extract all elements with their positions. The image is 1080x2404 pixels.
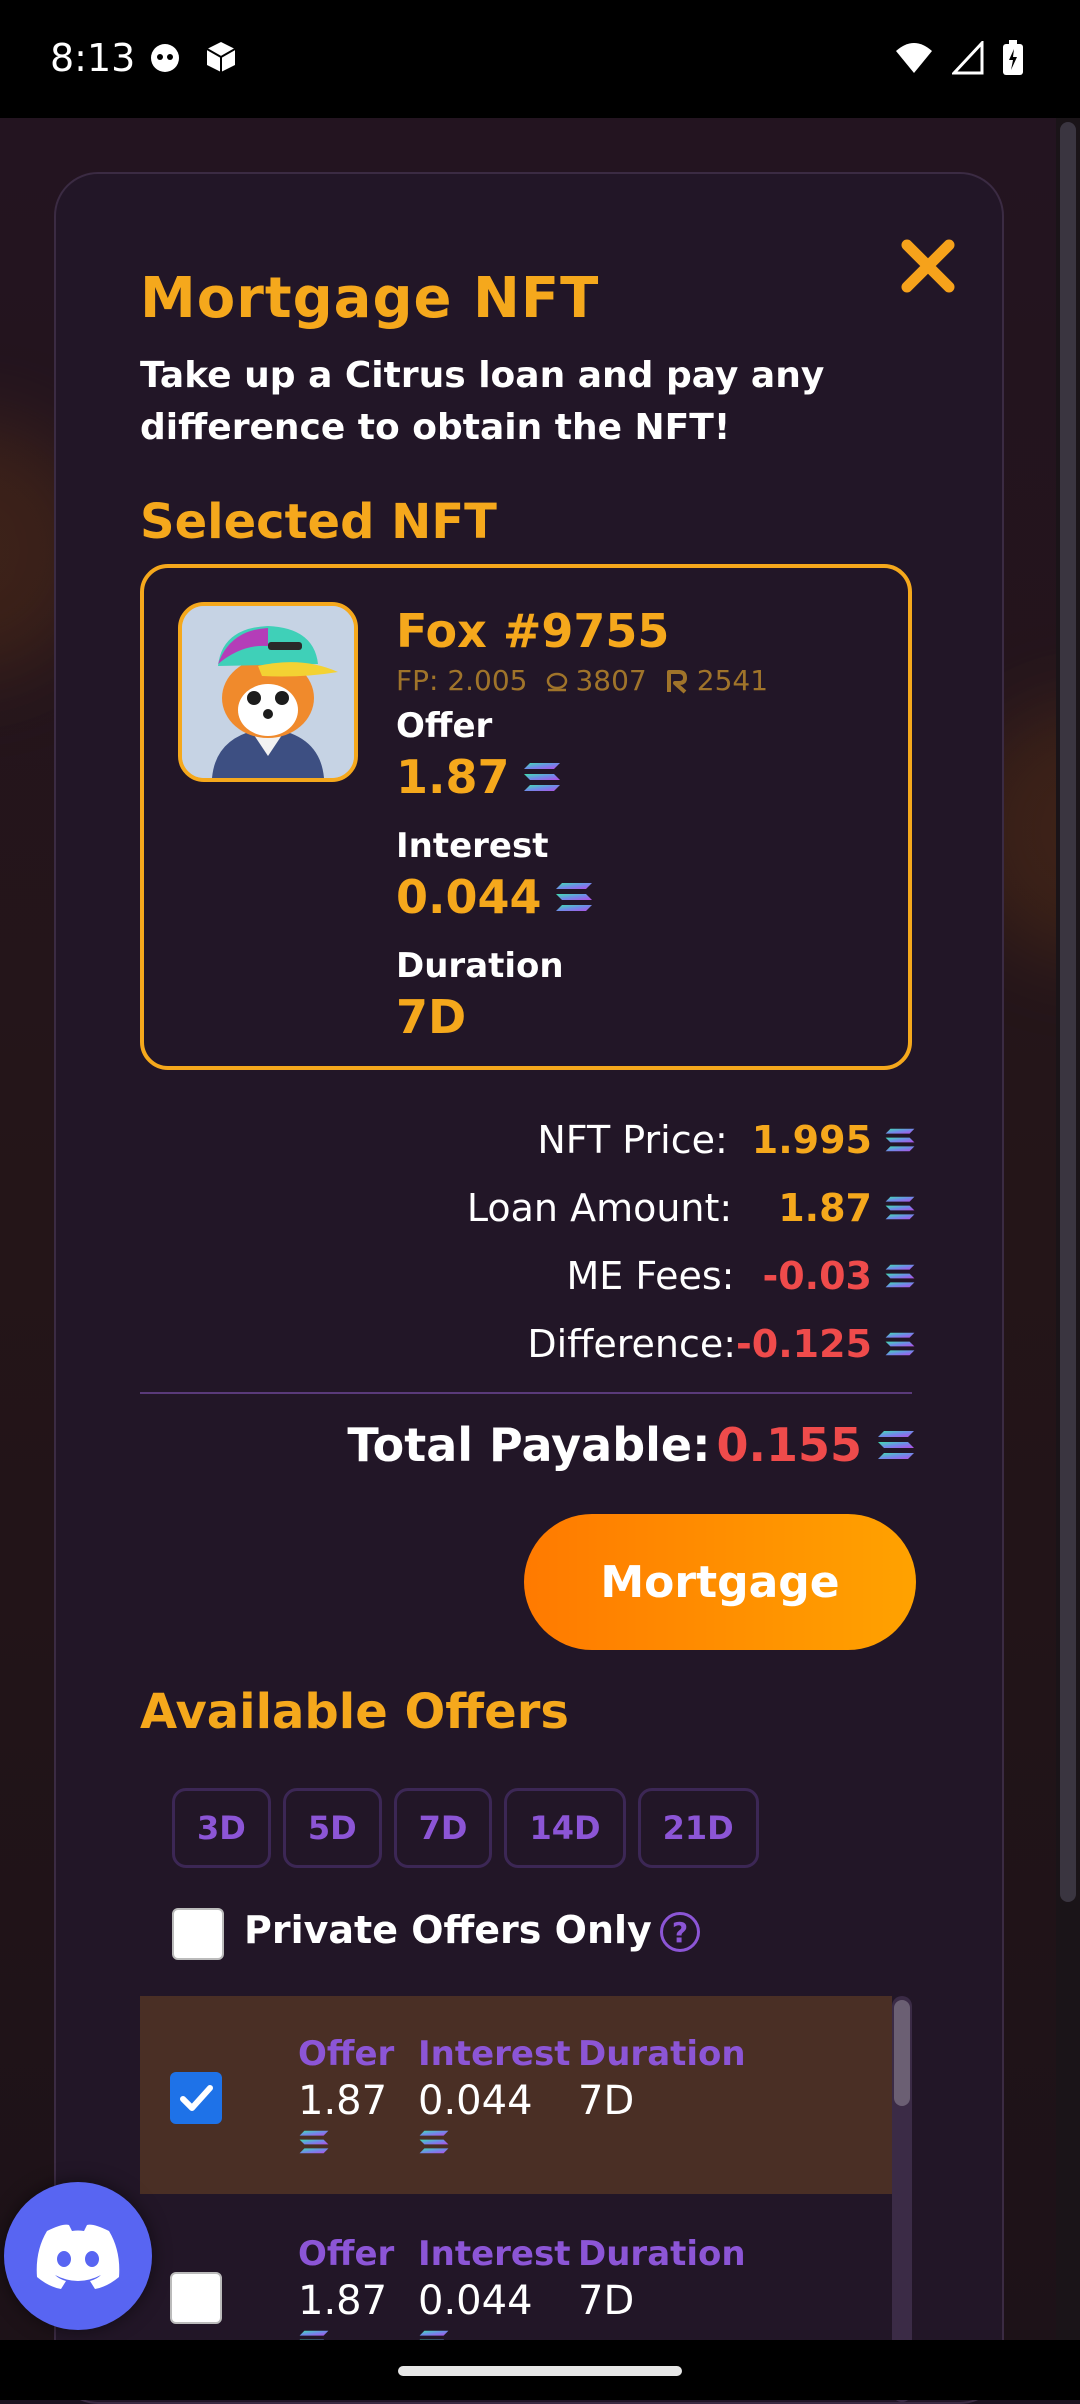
discord-icon xyxy=(36,2224,120,2289)
nft-avatar xyxy=(178,602,358,782)
interest-header: Interest xyxy=(418,2234,571,2274)
solana-icon xyxy=(885,1196,915,1220)
solana-icon xyxy=(419,2130,449,2154)
interest-value: 0.044 xyxy=(418,2078,533,2124)
status-bar: 8:13 xyxy=(0,0,1080,118)
offer-value: 1.87 xyxy=(298,2278,388,2324)
duration-column: Duration 7D xyxy=(578,2234,746,2324)
nft-offer-label: Offer xyxy=(396,706,493,746)
offers-list-scroll-thumb[interactable] xyxy=(894,2000,910,2106)
offer-row[interactable]: Offer 1.87 Interest 0.044 Duration 7D xyxy=(140,1996,892,2194)
interest-column: Interest 0.044 xyxy=(418,2234,571,2356)
difference-label: Difference: xyxy=(527,1322,737,1366)
nft-duration-value: 7D xyxy=(396,990,467,1044)
filter-chip-14d[interactable]: 14D xyxy=(504,1788,626,1868)
mortgage-button[interactable]: Mortgage xyxy=(524,1514,916,1650)
interest-column: Interest 0.044 xyxy=(418,2034,571,2156)
me-fees-label: ME Fees: xyxy=(566,1254,735,1298)
summary-loan-amount: Loan Amount: 1.87 xyxy=(467,1186,916,1230)
summary-total: Total Payable: 0.155 xyxy=(347,1418,916,1472)
selected-nft-title: Selected NFT xyxy=(140,494,497,550)
page-scroll-thumb[interactable] xyxy=(1060,122,1076,1902)
nft-price-label: NFT Price: xyxy=(537,1118,728,1162)
summary-nft-price: NFT Price: 1.995 xyxy=(537,1118,916,1162)
nft-name: Fox #9755 xyxy=(396,604,670,658)
duration-value: 7D xyxy=(578,2078,635,2124)
summary-me-fees: ME Fees: -0.03 xyxy=(566,1254,916,1298)
close-icon xyxy=(901,239,955,293)
solana-icon xyxy=(885,1128,915,1152)
help-icon[interactable]: ? xyxy=(660,1912,700,1952)
me-fees-value: -0.03 xyxy=(762,1254,872,1298)
mortgage-modal: Mortgage NFT Take up a Citrus loan and p… xyxy=(54,172,1004,2404)
filter-chip-5d[interactable]: 5D xyxy=(282,1788,382,1868)
wifi-icon xyxy=(896,43,932,73)
app-notification-icon xyxy=(151,44,179,72)
close-button[interactable] xyxy=(894,232,962,300)
checkmark-icon xyxy=(180,2085,213,2111)
nft-duration-label: Duration xyxy=(396,946,564,986)
private-offers-checkbox[interactable] xyxy=(172,1908,224,1960)
status-right-icons xyxy=(894,40,1024,76)
nft-interest-label: Interest xyxy=(396,826,549,866)
total-payable-label: Total Payable: xyxy=(347,1418,711,1472)
offer-select-checkbox[interactable] xyxy=(170,2072,222,2124)
duration-column: Duration 7D xyxy=(578,2034,746,2124)
offer-header: Offer xyxy=(298,2034,395,2074)
total-payable-value: 0.155 xyxy=(716,1418,862,1472)
loan-amount-label: Loan Amount: xyxy=(466,1186,733,1230)
nft-floor-price: FP: 2.005 xyxy=(396,664,528,697)
fox-nft-image xyxy=(182,606,354,778)
solana-icon xyxy=(555,883,592,911)
nft-offer-value: 1.87 xyxy=(396,750,562,804)
solana-icon xyxy=(523,763,560,791)
ring-icon xyxy=(547,672,568,691)
nft-stat-a: 3807 xyxy=(545,664,647,697)
modal-title: Mortgage NFT xyxy=(140,266,600,331)
selected-nft-card: Fox #9755 FP: 2.005 3807 2541 Offer 1.87 xyxy=(140,564,912,1070)
solana-icon xyxy=(885,1264,915,1288)
offer-column: Offer 1.87 xyxy=(298,2234,394,2356)
nft-stat-a-value: 3807 xyxy=(575,664,647,697)
nft-price-value: 1.995 xyxy=(751,1118,872,1162)
filter-chip-21d[interactable]: 21D xyxy=(637,1788,759,1868)
available-offers-title: Available Offers xyxy=(140,1684,569,1740)
summary-difference: Difference: -0.125 xyxy=(527,1322,916,1366)
discord-button[interactable] xyxy=(4,2182,152,2330)
duration-value: 7D xyxy=(578,2278,635,2324)
cell-signal-icon xyxy=(952,41,984,75)
cube-notification-icon xyxy=(206,42,236,72)
duration-header: Duration xyxy=(578,2234,746,2274)
battery-icon xyxy=(1003,40,1023,75)
private-offers-label: Private Offers Only xyxy=(244,1908,652,1952)
solana-icon xyxy=(878,1431,914,1459)
status-time: 8:13 xyxy=(50,36,136,80)
loan-amount-value: 1.87 xyxy=(778,1186,872,1230)
duration-header: Duration xyxy=(578,2034,746,2074)
filter-chip-7d[interactable]: 7D xyxy=(393,1788,493,1868)
nft-interest-amount: 0.044 xyxy=(396,870,542,924)
solana-icon xyxy=(885,1332,915,1356)
difference-value: -0.125 xyxy=(736,1322,872,1366)
offer-value: 1.87 xyxy=(298,2078,388,2124)
filter-chip-3d[interactable]: 3D xyxy=(172,1788,271,1868)
nft-stat-b: 2541 xyxy=(665,664,768,697)
home-gesture-handle[interactable] xyxy=(398,2366,682,2376)
nft-stats: FP: 2.005 3807 2541 xyxy=(396,664,768,697)
duration-filter-chips: 3D 5D 7D 14D 21D xyxy=(172,1788,759,1868)
nft-offer-amount: 1.87 xyxy=(396,750,510,804)
offer-header: Offer xyxy=(298,2234,395,2274)
modal-subtitle: Take up a Citrus loan and pay any differ… xyxy=(140,355,825,448)
solana-icon xyxy=(299,2130,329,2154)
nft-interest-value: 0.044 xyxy=(396,870,594,924)
offer-select-checkbox[interactable] xyxy=(170,2272,222,2324)
status-left-icons xyxy=(148,40,238,74)
nft-stat-b-value: 2541 xyxy=(696,664,769,697)
offer-column: Offer 1.87 xyxy=(298,2034,394,2156)
rank-icon xyxy=(666,669,687,693)
summary-divider xyxy=(140,1392,912,1394)
interest-header: Interest xyxy=(418,2034,571,2074)
interest-value: 0.044 xyxy=(418,2278,533,2324)
